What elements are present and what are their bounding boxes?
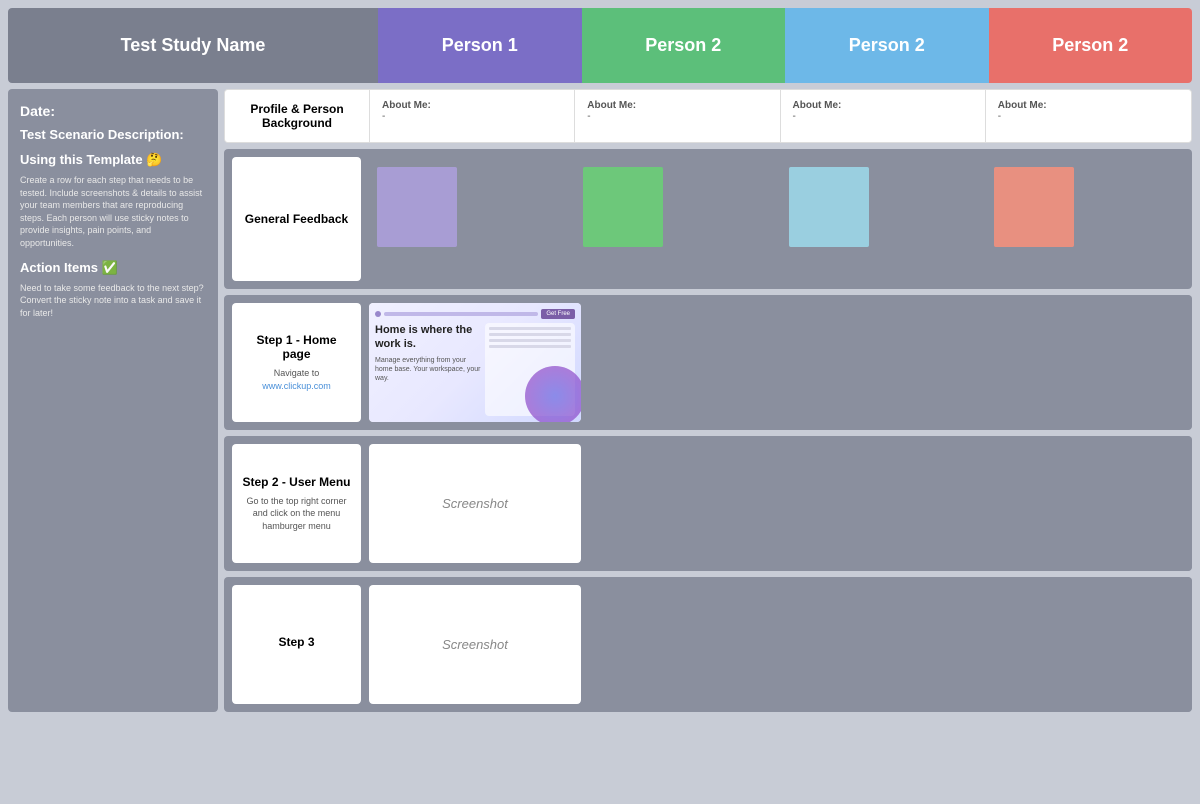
profile-person2a: About Me: - [575, 90, 780, 142]
person2c-header: Person 2 [989, 8, 1193, 83]
feedback-sticky-p2a [575, 149, 781, 289]
step1-title: Step 1 - Home page [242, 333, 351, 361]
profile-person1: About Me: - [370, 90, 575, 142]
person2b-header: Person 2 [785, 8, 989, 83]
step2-screenshot: Screenshot [369, 444, 581, 563]
main-layout: Date: Test Scenario Description: Using t… [8, 89, 1192, 712]
step3-row: Step 3 Screenshot [224, 577, 1192, 712]
step2-screenshot-placeholder: Screenshot [442, 496, 508, 511]
feedback-sticky-p1 [369, 149, 575, 289]
content-area: Profile & Person Background About Me: - … [224, 89, 1192, 712]
clickup-screenshot: Get Free Home is where the work is. Mana… [369, 303, 581, 422]
step3-label: Step 3 [232, 585, 361, 704]
study-name-header: Test Study Name [8, 8, 378, 83]
step2-sticky-p2a [740, 436, 891, 571]
step2-label: Step 2 - User Menu Go to the top right c… [232, 444, 361, 563]
step3-title: Step 3 [278, 635, 314, 649]
feedback-sticky-p2b [781, 149, 987, 289]
person1-header: Person 1 [378, 8, 582, 83]
step3-sticky-p1 [589, 577, 740, 712]
step3-screenshot-placeholder: Screenshot [442, 637, 508, 652]
line3 [489, 339, 571, 342]
clickup-subtext: Manage everything from your home base. Y… [375, 356, 481, 383]
step1-sticky-p2c [1041, 295, 1192, 430]
action-label: Action Items ✅ [20, 260, 206, 276]
step1-label: Step 1 - Home page Navigate to www.click… [232, 303, 361, 422]
sticky-note-purple [377, 167, 457, 247]
using-body: Create a row for each step that needs to… [20, 174, 206, 250]
step2-sticky-p2c [1041, 436, 1192, 571]
header-row: Test Study Name Person 1 Person 2 Person… [8, 8, 1192, 83]
line4 [489, 345, 571, 348]
step2-desc: Go to the top right corner and click on … [242, 495, 351, 533]
clickup-dot [375, 311, 381, 317]
step1-desc: Navigate to www.clickup.com [242, 367, 351, 392]
step1-sticky-p2a [740, 295, 891, 430]
step1-sticky-p2b [891, 295, 1042, 430]
step2-row: Step 2 - User Menu Go to the top right c… [224, 436, 1192, 571]
action-body: Need to take some feedback to the next s… [20, 282, 206, 320]
feedback-row: General Feedback [224, 149, 1192, 289]
using-label: Using this Template 🤔 [20, 152, 206, 168]
step3-sticky-p2b [891, 577, 1042, 712]
scenario-label: Test Scenario Description: [20, 127, 206, 142]
clickup-app-preview [485, 323, 575, 355]
step2-sticky-p1 [589, 436, 740, 571]
profile-row: Profile & Person Background About Me: - … [224, 89, 1192, 143]
feedback-sticky-p2c [986, 149, 1192, 289]
feedback-label: General Feedback [232, 157, 361, 281]
sticky-note-blue [789, 167, 869, 247]
clickup-content: Home is where the work is. Manage everyt… [375, 323, 575, 416]
step1-screenshot: Get Free Home is where the work is. Mana… [369, 303, 581, 422]
step2-sticky-p2b [891, 436, 1042, 571]
sidebar: Date: Test Scenario Description: Using t… [8, 89, 218, 712]
sticky-note-green [583, 167, 663, 247]
clickup-address-bar [384, 312, 538, 316]
clickup-cta-btn: Get Free [541, 309, 575, 319]
date-label: Date: [20, 103, 206, 119]
step1-sticky-p1 [589, 295, 740, 430]
clickup-right-panel [485, 323, 575, 416]
line1 [489, 327, 571, 330]
sticky-note-salmon [994, 167, 1074, 247]
person2a-header: Person 2 [582, 8, 786, 83]
step2-title: Step 2 - User Menu [242, 475, 350, 489]
profile-person2b: About Me: - [781, 90, 986, 142]
clickup-heading: Home is where the work is. [375, 323, 481, 352]
step3-sticky-p2c [1041, 577, 1192, 712]
line2 [489, 333, 571, 336]
clickup-left-panel: Home is where the work is. Manage everyt… [375, 323, 481, 416]
step1-row: Step 1 - Home page Navigate to www.click… [224, 295, 1192, 430]
step3-sticky-p2a [740, 577, 891, 712]
profile-person2c: About Me: - [986, 90, 1191, 142]
profile-label: Profile & Person Background [225, 90, 370, 142]
clickup-top-bar: Get Free [375, 309, 575, 319]
clickup-circle-decoration [525, 366, 581, 422]
step1-link[interactable]: www.clickup.com [262, 381, 331, 391]
step3-screenshot: Screenshot [369, 585, 581, 704]
